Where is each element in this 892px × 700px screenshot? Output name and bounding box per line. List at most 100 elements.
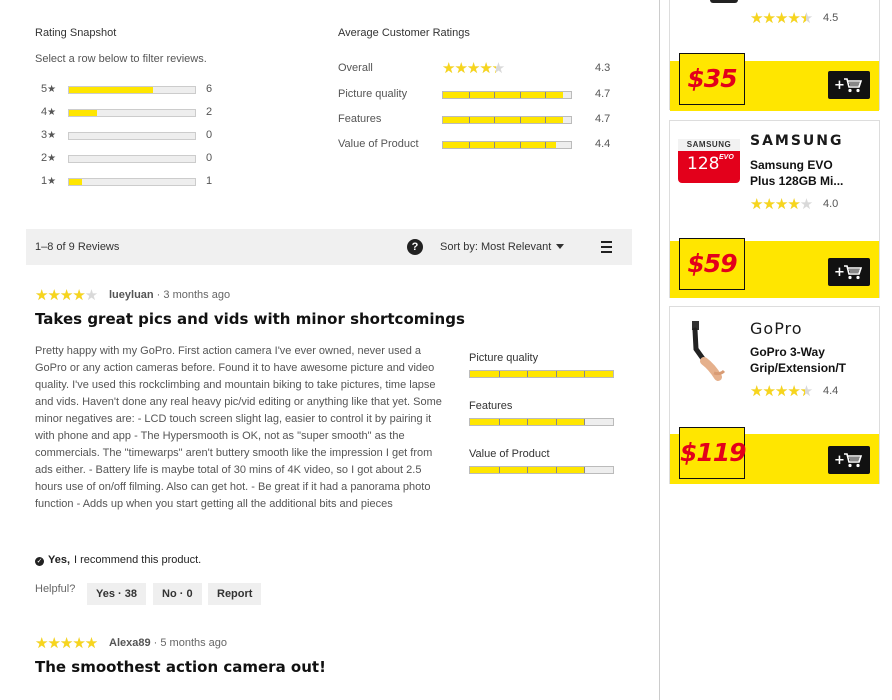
add-to-cart-icon: + (834, 265, 863, 280)
svg-text:+: + (834, 453, 845, 468)
rating-bar (442, 141, 572, 149)
review-age: · 3 months ago (153, 289, 231, 301)
star-icon: ★ (47, 130, 57, 141)
price-badge: $35 (679, 53, 745, 105)
add-to-cart-button[interactable]: + (828, 258, 870, 286)
review-body: Pretty happy with my GoPro. First action… (35, 345, 442, 510)
memory-card-image: SAMSUNG 128 EVO (678, 139, 740, 185)
product-info: SAMSUNG 128 EVO SAMSUNG Samsung EVO Plus … (670, 121, 879, 241)
reviews-panel: Rating Snapshot Select a row below to fi… (0, 0, 659, 700)
price-badge: $59 (679, 238, 745, 290)
overall-stars: ★★★★★★★★★★ (442, 60, 505, 77)
product-sidebar: ★★★★★★★★★★ 4.5 $35 + SAMSUNG 128 EVO SAM… (660, 0, 892, 700)
product-stars: ★★★★★★★★★★ (750, 10, 813, 27)
histogram-row-3-star[interactable]: 3★ 0 (41, 129, 221, 143)
product-info: GoPro GoPro 3-Way Grip/Extension/T ★★★★★ ★… (670, 307, 879, 434)
overall-value: 4.3 (595, 62, 611, 74)
product-name[interactable]: GoPro 3-Way Grip/Extension/T (750, 344, 852, 376)
average-row-label: Features (338, 113, 382, 125)
helpful-no-button[interactable]: No · 0 (153, 583, 202, 605)
product-name[interactable]: Samsung EVO Plus 128GB Mi... (750, 157, 852, 189)
product-rating: 4.0 (823, 198, 839, 210)
average-row-value: 4.7 (595, 113, 611, 125)
histogram-star-label: 4★ (41, 106, 57, 118)
review-subrating: Picture quality (469, 352, 619, 378)
histogram-row-5-star[interactable]: 5★ 6 (41, 83, 221, 97)
help-icon[interactable]: ? (407, 239, 423, 255)
caret-down-icon (556, 244, 565, 249)
helpful-label: Helpful? (35, 583, 76, 595)
reviews-toolbar: 1–8 of 9 Reviews ? Sort by: Most Relevan… (26, 229, 632, 265)
product-stars: ★★★★★★★★★★ (750, 383, 813, 400)
recommend-yes: Yes, (48, 554, 71, 566)
product-info: ★★★★★★★★★★ 4.5 (670, 0, 879, 61)
histogram-count: 6 (206, 83, 213, 95)
average-row: Value of Product 4.4 (338, 138, 618, 152)
add-to-cart-button[interactable]: + (828, 71, 870, 99)
review-count: 1–8 of 9 Reviews (35, 241, 120, 253)
review-title: Takes great pics and vids with minor sho… (35, 310, 465, 328)
product-card[interactable]: GoPro GoPro 3-Way Grip/Extension/T ★★★★★ ★… (669, 306, 880, 484)
product-image (710, 0, 738, 3)
price-badge: $119 (679, 427, 747, 479)
rating-bar (469, 370, 614, 378)
average-row: Picture quality 4.7 (338, 88, 618, 102)
review-stars: ★★★★★★★★★★ (35, 287, 98, 304)
menu-icon[interactable] (594, 235, 618, 259)
review-meta: lueyluan · 3 months ago (109, 289, 230, 301)
review-author[interactable]: lueyluan (109, 289, 154, 301)
histogram-count: 2 (206, 106, 213, 118)
price-band: $35 + (670, 53, 879, 111)
rating-bar (442, 91, 572, 99)
rating-bar (442, 116, 572, 124)
memory-card-brand: SAMSUNG (678, 139, 740, 151)
brand-logo: SAMSUNG (750, 133, 844, 149)
histogram-bar (68, 132, 196, 140)
sort-dropdown[interactable]: Sort by: Most Relevant (440, 241, 565, 253)
add-to-cart-button[interactable]: + (828, 446, 870, 474)
review-meta: Alexa89 · 5 months ago (109, 637, 227, 649)
scroll-cutoff (0, 680, 659, 700)
average-row: Features 4.7 (338, 113, 618, 127)
product-card[interactable]: ★★★★★★★★★★ 4.5 $35 + (669, 0, 880, 111)
memory-card-capacity: 128 (687, 154, 720, 174)
average-row-label: Value of Product (338, 138, 419, 150)
histogram-row-2-star[interactable]: 2★ 0 (41, 152, 221, 166)
histogram-bar (68, 109, 196, 117)
histogram-row-4-star[interactable]: 4★ 2 (41, 106, 221, 120)
histogram-row-1-star[interactable]: 1★ 1 (41, 175, 221, 189)
check-icon: ✓ (35, 557, 44, 566)
helpful-yes-button[interactable]: Yes · 38 (87, 583, 146, 605)
star-icon: ★ (47, 153, 57, 164)
subrating-label: Value of Product (469, 448, 550, 460)
histogram-star-label: 1★ (41, 175, 57, 187)
histogram-star-label: 3★ (41, 129, 57, 141)
overall-label: Overall (338, 62, 373, 74)
rating-bar (469, 418, 614, 426)
product-rating: 4.4 (823, 385, 839, 397)
review-title: The smoothest action camera out! (35, 658, 326, 676)
price-band: $59 + (670, 238, 879, 298)
price-band: $119 + (670, 427, 879, 484)
average-row-value: 4.7 (595, 88, 611, 100)
histogram-star-label: 5★ (41, 83, 57, 95)
histogram-bar (68, 155, 196, 163)
report-button[interactable]: Report (208, 583, 262, 605)
review-age: · 5 months ago (150, 637, 228, 649)
sort-label: Sort by: Most Relevant (440, 241, 552, 253)
overall-rating-row: Overall ★★★★★★★★★★ 4.3 (338, 60, 618, 77)
product-card[interactable]: SAMSUNG 128 EVO SAMSUNG Samsung EVO Plus … (669, 120, 880, 298)
subrating-label: Picture quality (469, 352, 539, 364)
average-row-value: 4.4 (595, 138, 611, 150)
add-to-cart-icon: + (834, 453, 863, 468)
histogram-count: 1 (206, 175, 213, 187)
product-rating: 4.5 (823, 12, 839, 24)
review-author[interactable]: Alexa89 (109, 637, 151, 649)
histogram-bar (68, 86, 196, 94)
average-row-label: Picture quality (338, 88, 408, 100)
histogram-star-label: 2★ (41, 152, 57, 164)
star-icon: ★ (47, 84, 57, 95)
recommend-text: I recommend this product. (74, 554, 202, 566)
histogram-bar (68, 178, 196, 186)
average-ratings-title: Average Customer Ratings (338, 27, 470, 39)
